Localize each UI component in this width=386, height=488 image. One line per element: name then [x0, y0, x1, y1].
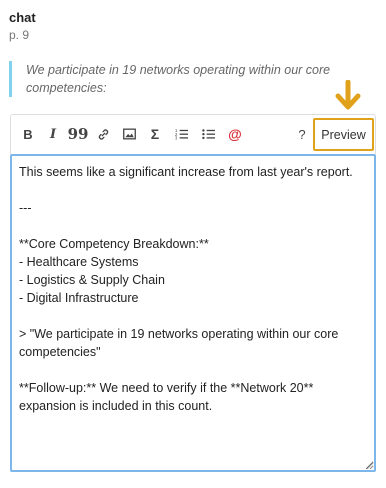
- svg-text:3: 3: [175, 136, 178, 140]
- arrow-down-icon: [335, 80, 361, 110]
- resize-grip-icon[interactable]: [366, 462, 374, 470]
- quote-line-1: We participate in 19 networks operating …: [26, 63, 331, 77]
- ordered-list-icon[interactable]: 1 2 3: [171, 124, 191, 144]
- bold-button[interactable]: B: [18, 124, 38, 144]
- help-button[interactable]: ?: [292, 124, 312, 144]
- editor-toolbar: B I 99 Σ 1 2 3 @ ? Preview: [10, 114, 376, 154]
- chat-title: chat: [9, 10, 36, 25]
- link-icon[interactable]: [93, 124, 113, 144]
- bullet-list-icon[interactable]: [198, 124, 218, 144]
- message-textarea[interactable]: This seems like a significant increase f…: [10, 154, 376, 472]
- quote-line-2: competencies:: [26, 81, 107, 95]
- quote-button[interactable]: 99: [68, 124, 89, 144]
- page-number: p. 9: [9, 28, 30, 42]
- sigma-button[interactable]: Σ: [145, 124, 165, 144]
- italic-button[interactable]: I: [43, 124, 63, 144]
- quoted-excerpt: We participate in 19 networks operating …: [9, 61, 369, 97]
- chat-header: chat p. 9: [9, 10, 36, 43]
- preview-button[interactable]: Preview: [313, 118, 374, 151]
- mention-button[interactable]: @: [225, 124, 245, 144]
- image-icon[interactable]: [119, 124, 139, 144]
